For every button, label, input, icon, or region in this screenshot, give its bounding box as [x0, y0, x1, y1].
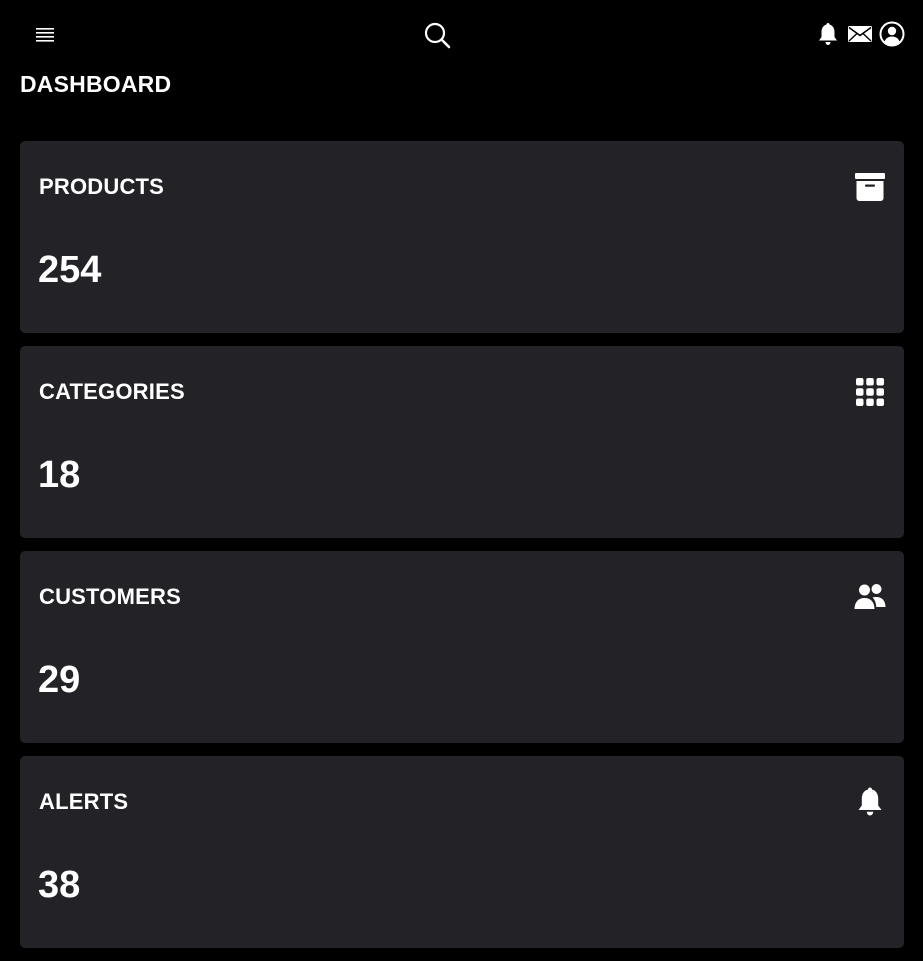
card-products[interactable]: PRODUCTS 254 — [20, 141, 904, 333]
user-circle-icon[interactable] — [879, 21, 905, 47]
card-label: CUSTOMERS — [39, 584, 181, 609]
search-icon[interactable] — [423, 21, 451, 49]
card-value: 18 — [38, 454, 81, 496]
card-label: PRODUCTS — [39, 174, 165, 199]
people-icon — [854, 581, 886, 613]
card-alerts[interactable]: ALERTS 38 — [20, 756, 904, 948]
card-value: 38 — [38, 864, 81, 906]
page-title: DASHBOARD — [20, 71, 172, 97]
mail-icon[interactable] — [847, 21, 873, 47]
top-right-actions — [815, 21, 905, 47]
card-label: ALERTS — [39, 789, 129, 814]
card-label: CATEGORIES — [39, 379, 185, 404]
archive-icon — [854, 171, 886, 203]
stats-cards: PRODUCTS 254 CATEGORIES 18 CUSTOMERS 29 … — [20, 141, 904, 961]
bell-icon[interactable] — [815, 21, 841, 47]
grid-icon — [854, 376, 886, 408]
menu-icon[interactable] — [34, 24, 56, 46]
bell-icon — [854, 786, 886, 818]
card-value: 29 — [38, 659, 81, 701]
card-value: 254 — [38, 249, 102, 291]
card-customers[interactable]: CUSTOMERS 29 — [20, 551, 904, 743]
top-bar — [0, 0, 923, 70]
card-categories[interactable]: CATEGORIES 18 — [20, 346, 904, 538]
